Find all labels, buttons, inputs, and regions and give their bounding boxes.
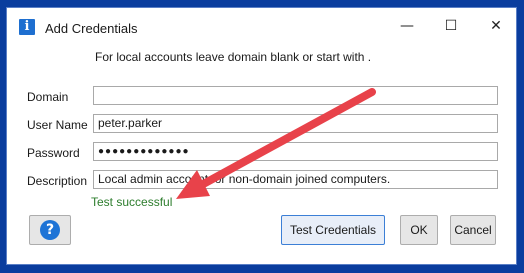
test-credentials-button[interactable]: Test Credentials (281, 215, 385, 245)
app-icon: i (19, 19, 35, 35)
help-icon: ? (40, 219, 60, 240)
domain-label: Domain (27, 90, 69, 104)
help-button[interactable]: ? (29, 215, 71, 245)
password-field[interactable]: ●●●●●●●●●●●●● (93, 142, 498, 161)
description-label: Description (27, 174, 88, 188)
title-bar: i Add Credentials — ☐ ✕ (7, 8, 516, 40)
username-field[interactable]: peter.parker (93, 114, 498, 133)
close-icon[interactable]: ✕ (482, 15, 510, 37)
minimize-icon[interactable]: — (393, 15, 421, 37)
ok-button[interactable]: OK (400, 215, 438, 245)
hint-text: For local accounts leave domain blank or… (95, 50, 372, 64)
description-field[interactable]: Local admin account for non-domain joine… (93, 170, 498, 189)
status-text: Test successful (91, 195, 173, 209)
username-label: User Name (27, 118, 88, 132)
cancel-button[interactable]: Cancel (450, 215, 496, 245)
maximize-icon[interactable]: ☐ (437, 15, 465, 37)
password-label: Password (27, 146, 80, 160)
add-credentials-dialog: i Add Credentials — ☐ ✕ For local accoun… (6, 7, 517, 265)
window-title: Add Credentials (45, 21, 138, 36)
domain-field[interactable] (93, 86, 498, 105)
